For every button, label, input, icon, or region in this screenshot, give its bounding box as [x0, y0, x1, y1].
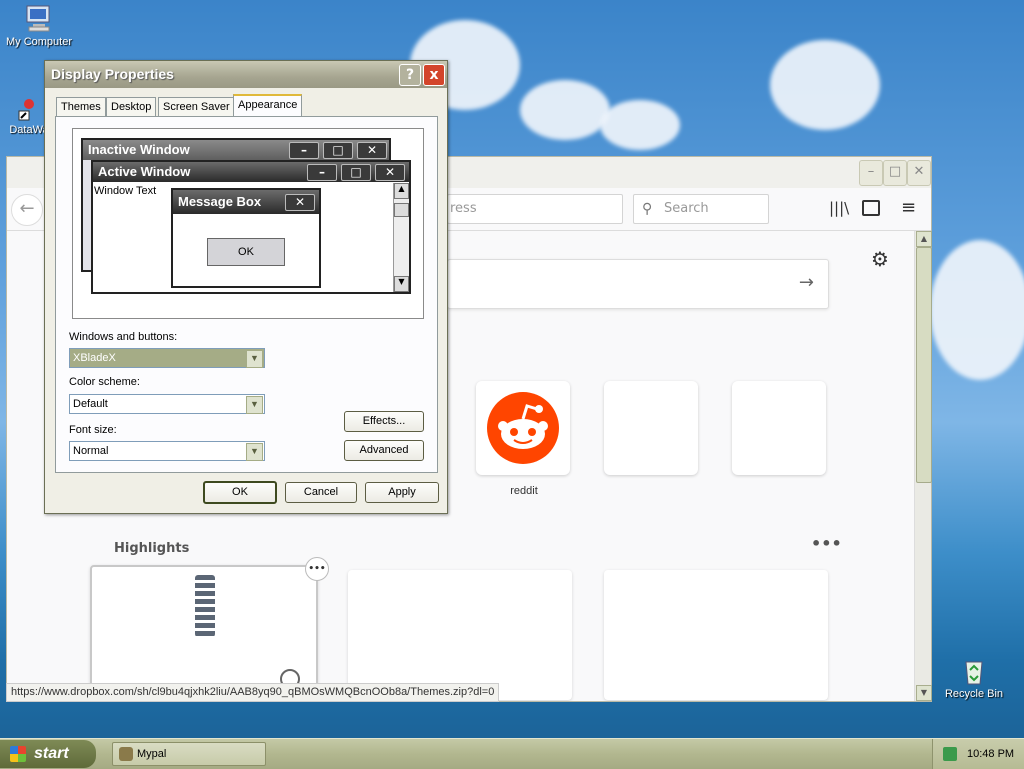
desktop-icon-label: Recycle Bin — [944, 688, 1004, 700]
back-button[interactable]: ← — [11, 194, 43, 226]
maximize-button[interactable]: □ — [883, 160, 907, 186]
font-size-select[interactable]: Normal ▼ — [69, 441, 265, 461]
close-button[interactable]: x — [423, 64, 445, 86]
cloud — [600, 100, 680, 150]
more-options-icon[interactable]: ••• — [811, 534, 842, 553]
scroll-down-icon[interactable]: ▼ — [916, 685, 932, 701]
scroll-thumb — [394, 203, 409, 217]
highlight-card[interactable] — [604, 570, 828, 700]
apply-button[interactable]: Apply — [365, 482, 439, 503]
page-search-box[interactable]: → — [447, 259, 829, 309]
status-url: https://www.dropbox.com/sh/cl9bu4qjxhk2l… — [6, 683, 500, 702]
maximize-icon: □ — [341, 164, 371, 181]
reddit-logo-icon — [487, 392, 559, 464]
taskbar-item-mypal[interactable]: Mypal — [112, 742, 266, 766]
color-scheme-value: Default — [73, 398, 108, 410]
minimize-button[interactable]: – — [859, 160, 883, 186]
start-button[interactable]: start — [0, 740, 96, 768]
display-properties-dialog: Display Properties ? x Themes Desktop Sc… — [44, 60, 448, 514]
top-site-label: reddit — [510, 485, 538, 497]
highlight-card[interactable] — [348, 570, 572, 700]
advanced-button[interactable]: Advanced — [344, 440, 424, 461]
appearance-panel: Inactive Window – □ ✕ Active Window – □ … — [55, 116, 438, 473]
cancel-button[interactable]: Cancel — [285, 482, 357, 503]
library-icon[interactable]: |||\ — [829, 199, 849, 217]
scroll-down-icon: ▼ — [394, 276, 409, 292]
preview-window-text: Window Text — [94, 185, 157, 197]
close-button[interactable]: ✕ — [907, 160, 931, 186]
recycle-icon — [958, 656, 990, 686]
preview-message-box: Message Box ✕ OK — [171, 188, 321, 288]
tray-recycle-icon[interactable] — [943, 747, 957, 761]
preview-ok-button: OK — [207, 238, 285, 266]
chevron-down-icon: ▼ — [246, 443, 263, 461]
mypal-icon — [119, 747, 133, 761]
top-site-tile[interactable] — [604, 381, 698, 475]
highlight-card[interactable] — [90, 565, 318, 689]
card-menu-icon[interactable]: ••• — [305, 557, 329, 581]
cloud — [770, 40, 880, 130]
dialog-title: Display Properties — [51, 66, 174, 82]
minimize-icon: – — [307, 164, 337, 181]
color-scheme-select[interactable]: Default ▼ — [69, 394, 265, 414]
start-label: start — [34, 745, 69, 762]
windows-logo-icon — [10, 746, 26, 762]
preview-scrollbar: ▲ ▼ — [393, 183, 409, 292]
tab-desktop[interactable]: Desktop — [106, 97, 157, 117]
chevron-down-icon: ▼ — [246, 350, 263, 368]
font-size-label: Font size: — [69, 424, 117, 436]
close-icon: ✕ — [357, 142, 387, 159]
dialog-titlebar: Display Properties ? x — [45, 61, 447, 88]
color-scheme-label: Color scheme: — [69, 376, 140, 388]
search-icon: ⚲ — [642, 201, 653, 217]
windows-buttons-label: Windows and buttons: — [69, 331, 178, 343]
computer-icon — [23, 4, 55, 34]
top-site-tile[interactable] — [732, 381, 826, 475]
task-label: Mypal — [137, 748, 167, 760]
font-size-value: Normal — [73, 445, 109, 457]
search-input[interactable]: ⚲ Search — [633, 194, 769, 224]
highlights-title: Highlights — [114, 541, 190, 556]
sidebar-icon[interactable] — [862, 200, 880, 216]
my-computer-icon[interactable]: My Computer — [0, 4, 78, 48]
scroll-thumb[interactable] — [916, 247, 932, 483]
system-tray: 10:48 PM — [932, 739, 1024, 769]
maximize-icon: □ — [323, 142, 353, 159]
search-placeholder: Search — [664, 201, 709, 216]
scroll-up-icon: ▲ — [394, 183, 409, 199]
vertical-scrollbar[interactable]: ▲ ▼ — [914, 231, 932, 701]
close-icon: ✕ — [285, 194, 315, 211]
arrow-right-icon: → — [798, 272, 814, 293]
top-site-tile[interactable] — [476, 381, 570, 475]
cloud — [520, 80, 610, 140]
effects-button[interactable]: Effects... — [344, 411, 424, 432]
settings-gear-icon[interactable]: ⚙ — [871, 247, 889, 271]
url-placeholder: ress — [450, 201, 477, 216]
recycle-bin-icon[interactable]: Recycle Bin — [935, 656, 1013, 700]
windows-buttons-select[interactable]: XBladeX ▼ — [69, 348, 265, 368]
chevron-down-icon: ▼ — [246, 396, 263, 414]
ok-button[interactable]: OK — [203, 481, 277, 504]
help-button[interactable]: ? — [399, 64, 421, 86]
taskbar: start Mypal 10:48 PM — [0, 738, 1024, 769]
windows-buttons-value: XBladeX — [73, 352, 116, 364]
zip-file-icon — [195, 575, 215, 637]
tab-themes[interactable]: Themes — [56, 97, 106, 117]
url-bar[interactable]: ress — [447, 194, 623, 224]
tab-screen-saver[interactable]: Screen Saver — [158, 97, 235, 117]
desktop-icon-label: My Computer — [5, 36, 73, 48]
cloud — [930, 240, 1024, 380]
minimize-icon: – — [289, 142, 319, 159]
scroll-up-icon[interactable]: ▲ — [916, 231, 932, 247]
appearance-preview: Inactive Window – □ ✕ Active Window – □ … — [72, 128, 424, 319]
menu-icon[interactable]: ≡ — [901, 197, 916, 218]
shortcut-icon — [13, 92, 45, 122]
close-icon: ✕ — [375, 164, 405, 181]
clock: 10:48 PM — [967, 748, 1015, 760]
